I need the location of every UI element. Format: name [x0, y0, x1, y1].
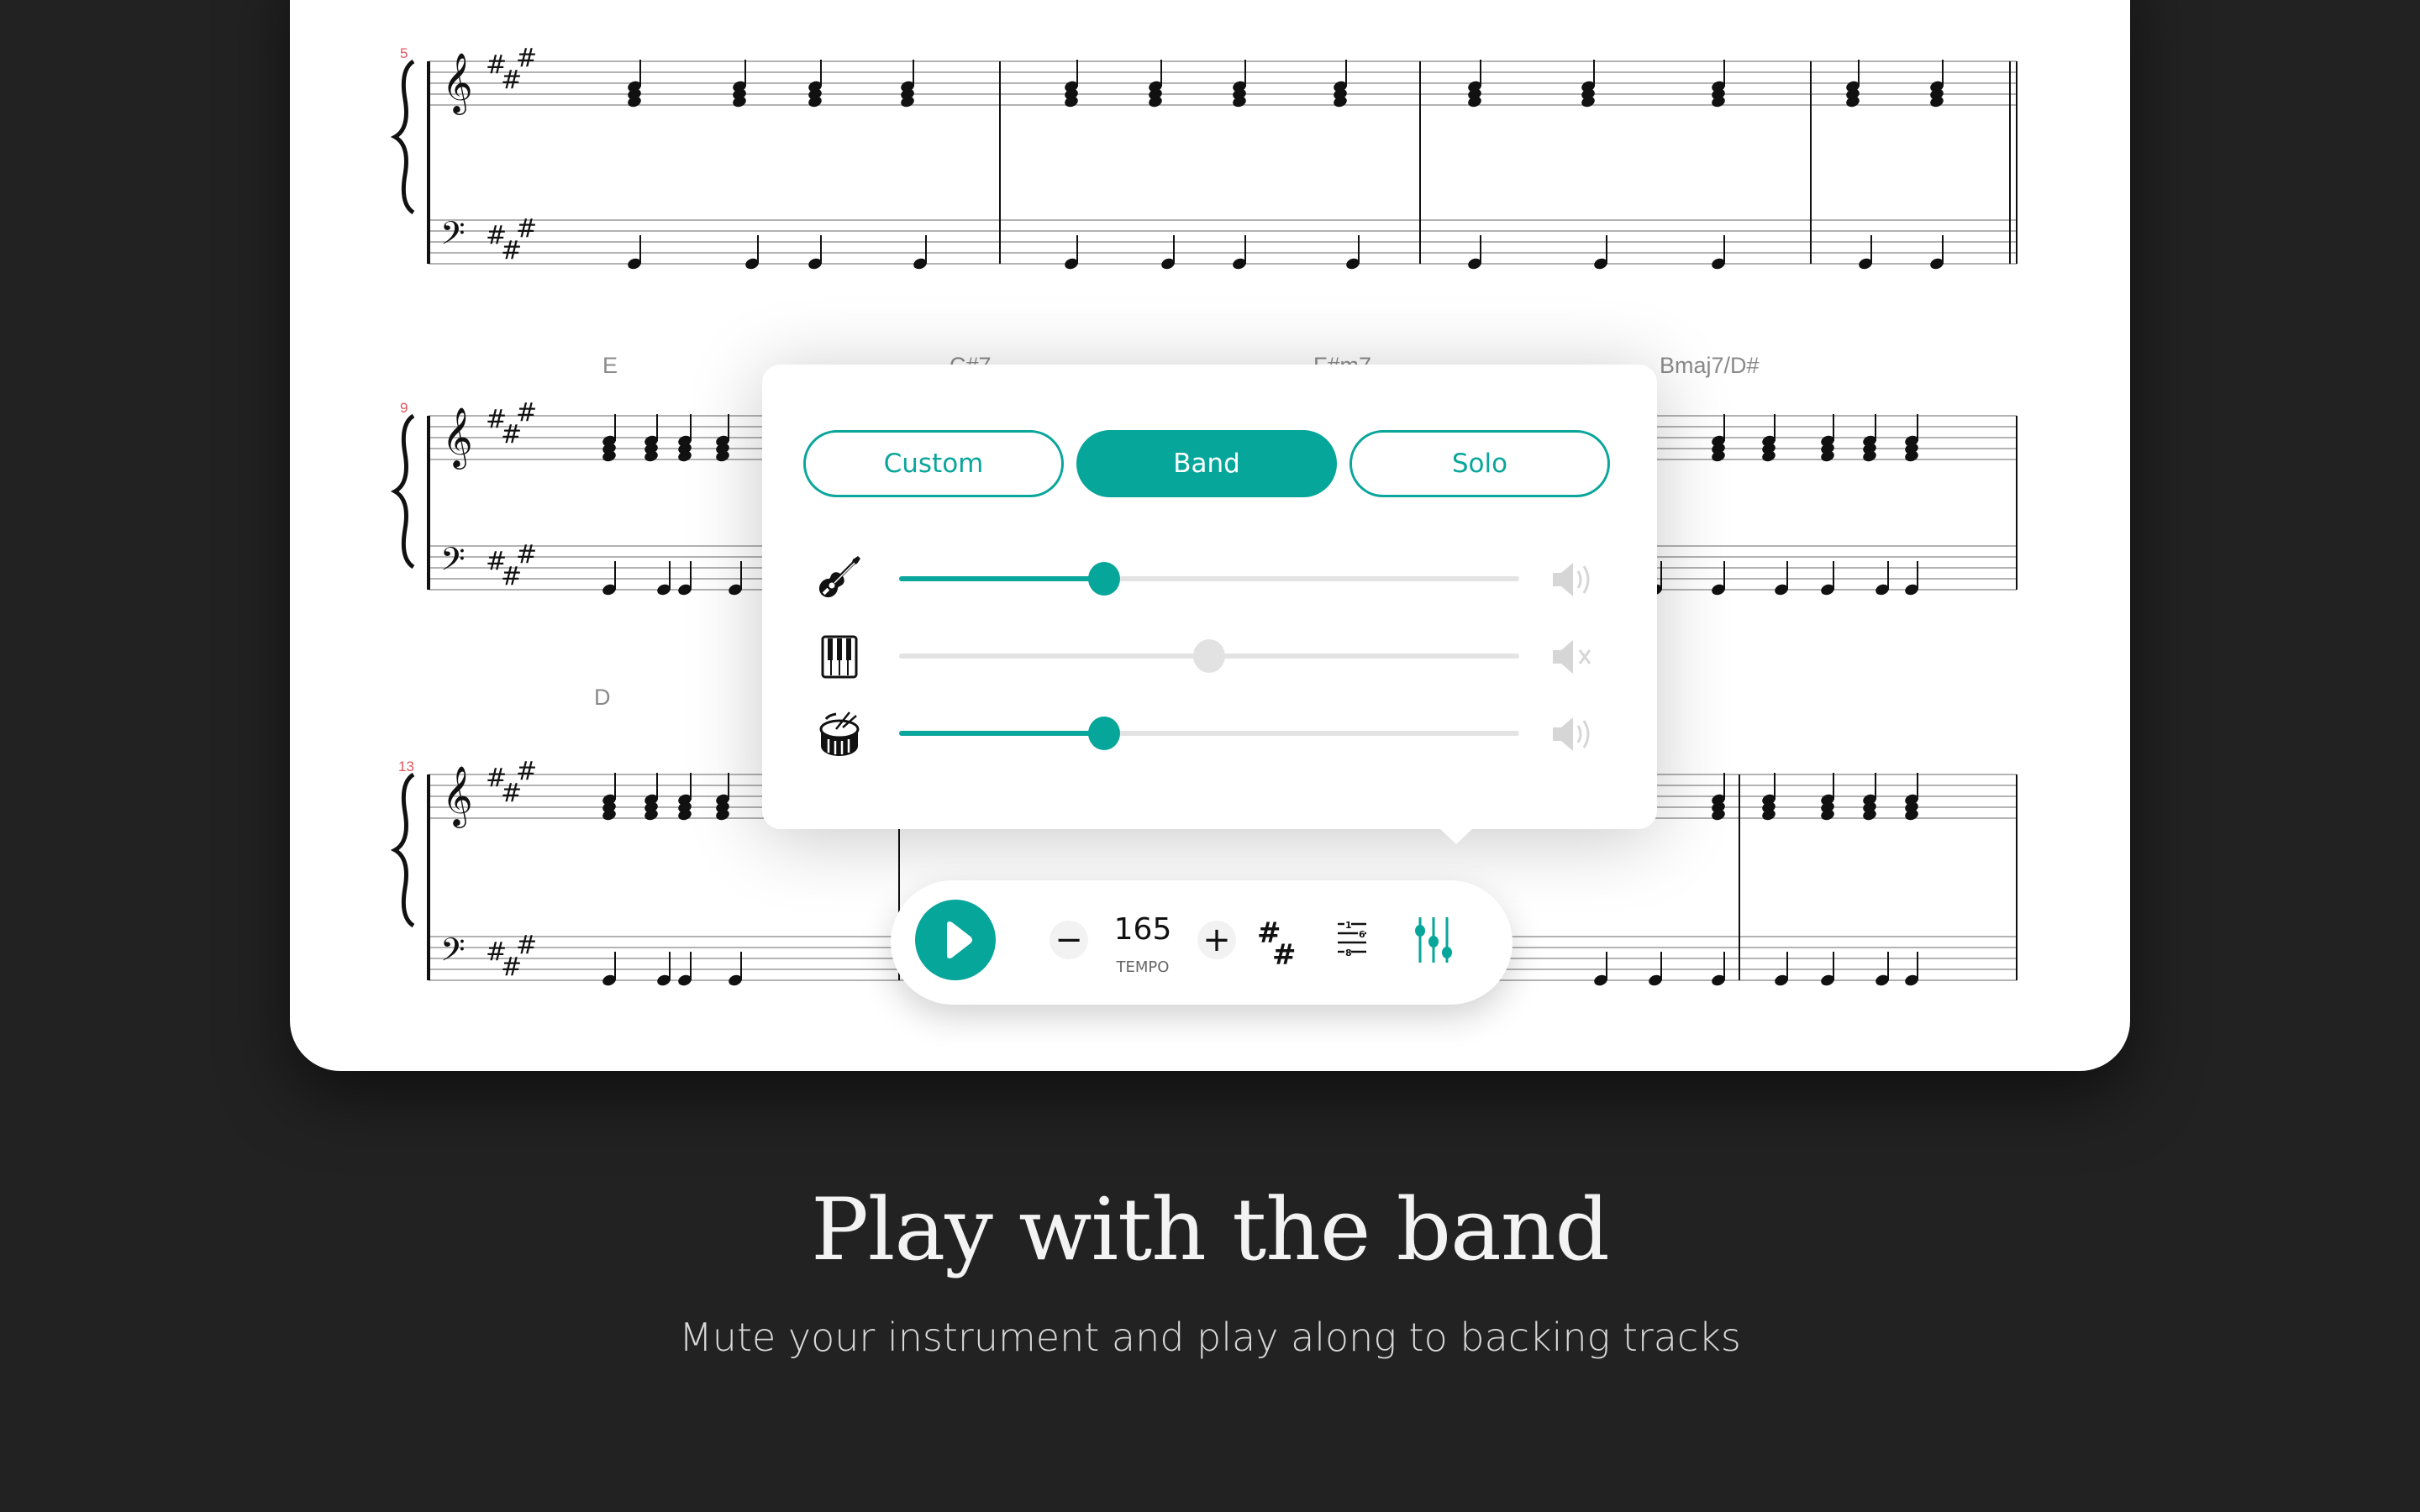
chord-symbol: Bmaj7/D#: [1660, 353, 1760, 378]
track-row-drums: [762, 704, 1657, 763]
play-button[interactable]: [915, 900, 996, 980]
brace: [390, 59, 415, 215]
svg-text:#: #: [1272, 938, 1297, 969]
mode-custom-button[interactable]: Custom: [803, 430, 1064, 497]
svg-text:8: 8: [1345, 948, 1352, 958]
chord-symbol: E: [602, 353, 618, 378]
key-signature-sharp: #: [516, 931, 537, 960]
mixer-sliders-icon[interactable]: [1410, 914, 1460, 969]
drum-icon: [819, 711, 860, 756]
mode-band-button[interactable]: Band: [1076, 430, 1337, 497]
bass-clef: 𝄢: [440, 540, 466, 585]
slider-fill: [899, 731, 1104, 736]
feature-subheadline: Mute your instrument and play along to b…: [679, 1315, 1741, 1360]
key-signature-sharp: #: [516, 540, 537, 570]
svg-text:6: 6: [1359, 929, 1365, 940]
slider-thumb[interactable]: [1087, 562, 1120, 596]
mode-solo-button[interactable]: Solo: [1349, 430, 1610, 497]
track-row-piano: [762, 627, 1657, 685]
piano-icon: [821, 635, 858, 679]
key-signature-sharp: #: [516, 398, 537, 428]
tempo-value: 165: [1113, 912, 1172, 947]
measure-number: 5: [400, 45, 408, 61]
tempo-label: TEMPO: [1116, 958, 1170, 976]
brace: [390, 413, 415, 570]
band-mixer-popover: Custom Band Solo: [762, 365, 1657, 844]
key-signature-sharp: #: [516, 44, 537, 73]
bass-clef: 𝄢: [440, 214, 466, 260]
tempo-increase-button[interactable]: +: [1197, 921, 1236, 959]
treble-clef: 𝄞: [442, 51, 473, 115]
speaker-muted-icon[interactable]: [1548, 637, 1598, 677]
tempo-decrease-button[interactable]: −: [1050, 921, 1088, 959]
treble-clef: 𝄞: [442, 764, 473, 828]
feature-headline: Play with the band: [811, 1180, 1610, 1280]
measure-number: 9: [400, 400, 408, 416]
track-row-guitar: [762, 549, 1657, 608]
tablature-icon[interactable]: 1 6 8: [1333, 914, 1383, 969]
measure-number: 13: [398, 759, 414, 774]
play-icon: [947, 921, 972, 958]
playback-toolbar: − 165 TEMPO + # # 1 6 8: [891, 880, 1512, 1005]
svg-text:1: 1: [1345, 920, 1352, 931]
brace: [390, 772, 415, 928]
popover-arrow: [1439, 828, 1473, 844]
key-signature-sharp: #: [516, 757, 537, 786]
chord-symbol: D: [594, 685, 611, 710]
guitar-icon: [818, 556, 860, 598]
guitar-volume-slider[interactable]: [899, 562, 1519, 596]
speaker-on-icon[interactable]: [1548, 559, 1598, 600]
bass-clef: 𝄢: [440, 931, 466, 976]
key-signature-sharp: #: [516, 214, 537, 244]
piano-volume-slider[interactable]: [899, 639, 1519, 673]
mix-mode-selector: Custom Band Solo: [803, 430, 1610, 497]
treble-clef: 𝄞: [442, 406, 473, 470]
speaker-on-icon[interactable]: [1548, 714, 1598, 754]
slider-thumb[interactable]: [1193, 639, 1225, 673]
transpose-sharps-icon[interactable]: # #: [1252, 914, 1302, 969]
slider-fill: [899, 576, 1104, 581]
drums-volume-slider[interactable]: [899, 717, 1519, 750]
slider-thumb[interactable]: [1087, 717, 1120, 750]
